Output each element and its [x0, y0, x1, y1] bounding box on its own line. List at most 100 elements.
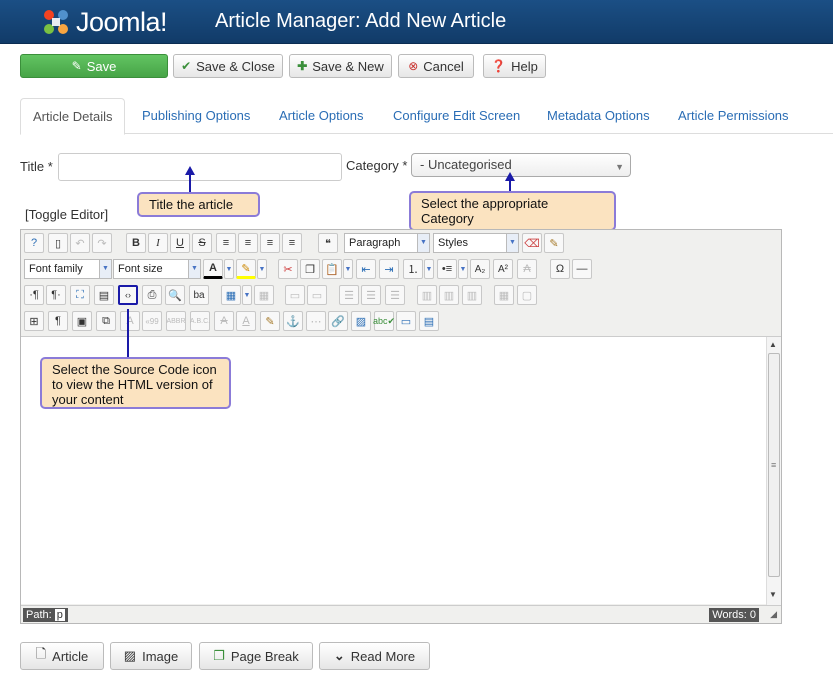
font-family-select[interactable]: Font family ▼ [24, 259, 112, 279]
resize-handle-icon[interactable]: ◢ [770, 609, 777, 620]
attributes-icon[interactable]: ✎ [260, 311, 280, 331]
link-icon[interactable]: 🔗 [328, 311, 348, 331]
tab-configure-edit-screen[interactable]: Configure Edit Screen [381, 98, 532, 134]
abs-position-icon[interactable]: ⧉ [96, 311, 116, 331]
superscript-icon[interactable]: A² [493, 259, 513, 279]
insert-col-before-icon[interactable]: ▥ [417, 285, 437, 305]
insert-article-button[interactable]: 🗋 Article [20, 642, 104, 670]
replace-icon[interactable]: ba [189, 285, 209, 305]
tab-article-options[interactable]: Article Options [267, 98, 376, 134]
subscript-icon[interactable]: A₂ [470, 259, 490, 279]
tab-metadata-options[interactable]: Metadata Options [535, 98, 662, 134]
source-code-icon[interactable]: ‹› [118, 285, 138, 305]
path-value[interactable]: p [54, 609, 65, 621]
rtl-icon[interactable]: ¶· [46, 285, 66, 305]
special-character-icon[interactable]: Ω [550, 259, 570, 279]
show-blocks-icon[interactable]: ¶ [48, 311, 68, 331]
underline-icon[interactable]: U [170, 233, 190, 253]
toggle-editor-link[interactable]: [Toggle Editor] [25, 207, 108, 222]
styles-select[interactable]: Styles ▼ [433, 233, 519, 253]
template-icon[interactable]: ▤ [419, 311, 439, 331]
merge-cells-icon[interactable]: ▢ [517, 285, 537, 305]
print-icon[interactable]: ⎙ [142, 285, 162, 305]
search-icon[interactable]: 🔍 [165, 285, 185, 305]
title-input[interactable] [58, 153, 342, 181]
fullscreen-icon[interactable]: ⛶ [70, 285, 90, 305]
insert-layer-icon[interactable]: ▣ [72, 311, 92, 331]
anchor-icon[interactable]: ⚓ [283, 311, 303, 331]
read-more-button[interactable]: ⌄ Read More [319, 642, 430, 670]
indent-icon[interactable]: ⇥ [379, 259, 399, 279]
delete-row-icon[interactable]: ☰ [385, 285, 405, 305]
outdent-icon[interactable]: ⇤ [356, 259, 376, 279]
align-left-icon[interactable]: ≡ [260, 233, 280, 253]
align-center-icon[interactable]: ≡ [238, 233, 258, 253]
bold-icon[interactable]: B [126, 233, 146, 253]
insert-row-before-icon[interactable]: ☰ [339, 285, 359, 305]
spellcheck-icon[interactable]: abc✔ [373, 311, 395, 331]
align-justify-icon[interactable]: ≡ [216, 233, 236, 253]
visual-aid-icon[interactable]: ⊞ [24, 311, 44, 331]
style-props-icon[interactable]: A [120, 311, 140, 331]
bullet-list-icon[interactable]: •≡ [437, 259, 457, 279]
cut-icon[interactable]: ✂ [278, 259, 298, 279]
insert-row-after-icon[interactable]: ☰ [361, 285, 381, 305]
acronym-icon[interactable]: A.B.C. [190, 311, 210, 331]
chevron-down-icon[interactable]: ▼ [458, 259, 468, 279]
redo-icon[interactable]: ↷ [92, 233, 112, 253]
joomla-logo[interactable]: Joomla! [40, 4, 168, 40]
insert-table-icon[interactable]: ▦ [221, 285, 241, 305]
anchor-disabled-icon[interactable]: ₳ [517, 259, 537, 279]
ltr-icon[interactable]: ·¶ [24, 285, 44, 305]
delete-table-icon[interactable]: ▦ [254, 285, 274, 305]
chevron-down-icon[interactable]: ▼ [343, 259, 353, 279]
editor-scrollbar[interactable]: ▲ ≡ ▼ [766, 337, 781, 605]
strikethrough-icon[interactable]: S [192, 233, 212, 253]
italic-icon[interactable]: I [148, 233, 168, 253]
undo-icon[interactable]: ↶ [70, 233, 90, 253]
insert-image-button[interactable]: ▨ Image [110, 642, 192, 670]
font-size-select[interactable]: Font size ▼ [113, 259, 201, 279]
cell-properties-icon[interactable]: ▭ [307, 285, 327, 305]
horizontal-rule-icon[interactable]: — [572, 259, 592, 279]
insert-col-after-icon[interactable]: ▥ [439, 285, 459, 305]
page-break-button[interactable]: ❐ Page Break [199, 642, 313, 670]
tab-article-details[interactable]: Article Details [20, 98, 126, 135]
tab-article-permissions[interactable]: Article Permissions [666, 98, 801, 134]
cancel-button[interactable]: ⊗ Cancel [398, 54, 474, 78]
help-button[interactable]: ❓ Help [483, 54, 546, 78]
help-icon[interactable]: ? [24, 233, 44, 253]
insert-mark-icon[interactable]: A [236, 311, 256, 331]
tab-publishing-options[interactable]: Publishing Options [130, 98, 262, 134]
blockquote-icon[interactable]: ❝ [318, 233, 338, 253]
nonbreaking-icon[interactable]: ⋯ [306, 311, 326, 331]
cleanup-broom-icon[interactable]: ✎ [544, 233, 564, 253]
abbr-icon[interactable]: ABBR [166, 311, 186, 331]
format-select[interactable]: Paragraph ▼ [344, 233, 430, 253]
cite-icon[interactable]: «99 [142, 311, 162, 331]
chevron-down-icon[interactable]: ▼ [424, 259, 434, 279]
save-new-button[interactable]: ✚ Save & New [289, 54, 392, 78]
highlight-color-icon[interactable]: ✎ [236, 259, 256, 279]
delete-mark-icon[interactable]: A [214, 311, 234, 331]
save-close-button[interactable]: ✔ Save & Close [173, 54, 283, 78]
chevron-down-icon[interactable]: ▼ [242, 285, 252, 305]
chevron-down-icon[interactable]: ▼ [257, 259, 267, 279]
paste-icon[interactable]: 📋 [322, 259, 342, 279]
insert-template-icon[interactable]: ▤ [94, 285, 114, 305]
scroll-up-icon[interactable]: ▲ [769, 340, 777, 349]
save-button[interactable]: ✎ Save [20, 54, 168, 78]
scroll-down-icon[interactable]: ▼ [769, 590, 777, 599]
align-right-icon[interactable]: ≡ [282, 233, 302, 253]
text-color-icon[interactable]: A [203, 259, 223, 279]
copy-icon[interactable]: ❐ [300, 259, 320, 279]
row-properties-icon[interactable]: ▭ [285, 285, 305, 305]
media-icon[interactable]: ▭ [396, 311, 416, 331]
chevron-down-icon[interactable]: ▼ [224, 259, 234, 279]
image-icon[interactable]: ▨ [351, 311, 371, 331]
numbered-list-icon[interactable]: ⒈ [403, 259, 423, 279]
category-select[interactable]: - Uncategorised ▼ [411, 153, 631, 177]
new-document-icon[interactable]: ▯ [48, 233, 68, 253]
eraser-icon[interactable]: ⌫ [522, 233, 542, 253]
split-cells-icon[interactable]: ▦ [494, 285, 514, 305]
